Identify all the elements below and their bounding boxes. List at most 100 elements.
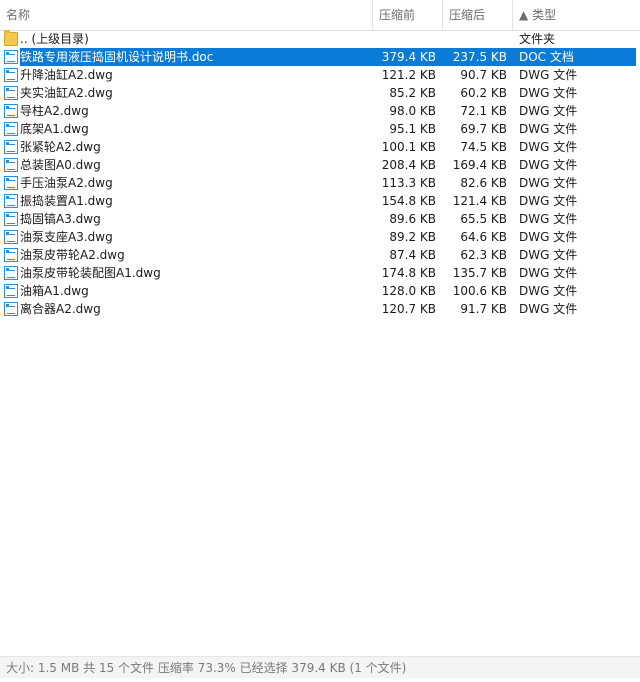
list-item[interactable]: 离合器A2.dwg 120.7 KB 91.7 KB DWG 文件: [0, 300, 640, 318]
file-packed-size: 237.5 KB: [452, 48, 507, 66]
file-packed-size: 69.7 KB: [460, 122, 507, 136]
file-packed-size: 64.6 KB: [460, 230, 507, 244]
file-name: 铁路专用液压捣固机设计说明书.doc: [20, 48, 218, 66]
file-name: 手压油泵A2.dwg: [20, 176, 113, 190]
list-item[interactable]: 手压油泵A2.dwg 113.3 KB 82.6 KB DWG 文件: [0, 174, 640, 192]
file-name: 油泵皮带轮装配图A1.dwg: [20, 266, 161, 280]
file-type: DWG 文件: [519, 122, 578, 136]
file-type: DWG 文件: [519, 266, 578, 280]
sort-ascending-icon: ▲: [519, 8, 529, 22]
file-name: 总装图A0.dwg: [20, 158, 101, 172]
document-file-icon: [4, 50, 18, 64]
status-bar-text: 大小: 1.5 MB 共 15 个文件 压缩率 73.3% 已经选择 379.4…: [6, 661, 407, 675]
file-packed-size: 60.2 KB: [460, 86, 507, 100]
list-item[interactable]: 铁路专用液压捣固机设计说明书.doc 379.4 KB 237.5 KB DOC 文档: [0, 48, 640, 66]
file-size: 120.7 KB: [381, 302, 436, 316]
column-header-bar: 名称 压缩前 压缩后 ▲ 类型: [0, 0, 640, 31]
file-name: 油泵皮带轮A2.dwg: [20, 248, 125, 262]
column-header-packed[interactable]: 压缩后: [442, 0, 512, 30]
file-size: 85.2 KB: [389, 86, 436, 100]
list-item[interactable]: 油泵皮带轮装配图A1.dwg 174.8 KB 135.7 KB DWG 文件: [0, 264, 640, 282]
file-name: 捣固镐A3.dwg: [20, 212, 101, 226]
list-item[interactable]: 夹实油缸A2.dwg 85.2 KB 60.2 KB DWG 文件: [0, 84, 640, 102]
file-packed-size: 121.4 KB: [452, 194, 507, 208]
file-name: 油箱A1.dwg: [20, 284, 89, 298]
column-header-size[interactable]: 压缩前: [372, 0, 442, 30]
file-size: 89.2 KB: [389, 230, 436, 244]
column-header-packed-label: 压缩后: [449, 8, 486, 22]
file-size: 89.6 KB: [389, 212, 436, 226]
drawing-file-icon: [4, 158, 18, 172]
drawing-file-icon: [4, 212, 18, 226]
file-packed-size: 90.7 KB: [460, 68, 507, 82]
file-type: DWG 文件: [519, 302, 578, 316]
file-packed-size: 91.7 KB: [460, 302, 507, 316]
file-size: 100.1 KB: [381, 140, 436, 154]
drawing-file-icon: [4, 104, 18, 118]
list-item[interactable]: 振捣装置A1.dwg 154.8 KB 121.4 KB DWG 文件: [0, 192, 640, 210]
file-size: 121.2 KB: [381, 68, 436, 82]
drawing-file-icon: [4, 86, 18, 100]
file-size: 128.0 KB: [381, 284, 436, 298]
file-name: 油泵支座A3.dwg: [20, 230, 113, 244]
drawing-file-icon: [4, 194, 18, 208]
file-size: 87.4 KB: [389, 248, 436, 262]
list-item[interactable]: 油箱A1.dwg 128.0 KB 100.6 KB DWG 文件: [0, 282, 640, 300]
file-packed-size: 62.3 KB: [460, 248, 507, 262]
list-item[interactable]: 升降油缸A2.dwg 121.2 KB 90.7 KB DWG 文件: [0, 66, 640, 84]
file-type: DWG 文件: [519, 194, 578, 208]
file-name: 张紧轮A2.dwg: [20, 140, 101, 154]
file-packed-size: 74.5 KB: [460, 140, 507, 154]
file-type: DWG 文件: [519, 248, 578, 262]
file-type: DWG 文件: [519, 68, 578, 82]
file-packed-size: 82.6 KB: [460, 176, 507, 190]
drawing-file-icon: [4, 284, 18, 298]
file-name: 振捣装置A1.dwg: [20, 194, 113, 208]
file-type: DWG 文件: [519, 212, 578, 226]
file-name: 导柱A2.dwg: [20, 104, 89, 118]
file-packed-size: 169.4 KB: [452, 158, 507, 172]
column-header-name-label: 名称: [6, 8, 31, 22]
drawing-file-icon: [4, 122, 18, 136]
file-size: 95.1 KB: [389, 122, 436, 136]
file-name: 底架A1.dwg: [20, 122, 89, 136]
column-header-name[interactable]: 名称: [0, 0, 372, 30]
list-item[interactable]: 底架A1.dwg 95.1 KB 69.7 KB DWG 文件: [0, 120, 640, 138]
drawing-file-icon: [4, 302, 18, 316]
file-type: DWG 文件: [519, 86, 578, 100]
file-type: DWG 文件: [519, 158, 578, 172]
drawing-file-icon: [4, 68, 18, 82]
drawing-file-icon: [4, 140, 18, 154]
file-name: 夹实油缸A2.dwg: [20, 86, 113, 100]
list-item[interactable]: 导柱A2.dwg 98.0 KB 72.1 KB DWG 文件: [0, 102, 640, 120]
column-header-type[interactable]: ▲ 类型: [512, 0, 640, 30]
file-size: 379.4 KB: [381, 48, 436, 66]
list-item[interactable]: 捣固镐A3.dwg 89.6 KB 65.5 KB DWG 文件: [0, 210, 640, 228]
parent-directory-label: .. (上级目录): [20, 32, 89, 46]
list-item[interactable]: 总装图A0.dwg 208.4 KB 169.4 KB DWG 文件: [0, 156, 640, 174]
list-item-parent-directory[interactable]: .. (上级目录) 文件夹: [0, 30, 640, 48]
file-packed-size: 135.7 KB: [452, 266, 507, 280]
list-item[interactable]: 张紧轮A2.dwg 100.1 KB 74.5 KB DWG 文件: [0, 138, 640, 156]
list-item[interactable]: 油泵支座A3.dwg 89.2 KB 64.6 KB DWG 文件: [0, 228, 640, 246]
drawing-file-icon: [4, 248, 18, 262]
folder-icon: [4, 30, 18, 46]
file-list: .. (上级目录) 文件夹 铁路专用液压捣固机设计说明书.doc 379.4 KB…: [0, 30, 640, 318]
file-type: DWG 文件: [519, 104, 578, 118]
file-name: 离合器A2.dwg: [20, 302, 101, 316]
file-size: 98.0 KB: [389, 104, 436, 118]
column-header-type-label: 类型: [532, 8, 557, 22]
file-type: DOC 文档: [519, 48, 574, 66]
file-type: DWG 文件: [519, 140, 578, 154]
status-bar: 大小: 1.5 MB 共 15 个文件 压缩率 73.3% 已经选择 379.4…: [0, 656, 640, 678]
file-size: 208.4 KB: [381, 158, 436, 172]
file-packed-size: 100.6 KB: [452, 284, 507, 298]
file-packed-size: 72.1 KB: [460, 104, 507, 118]
file-packed-size: 65.5 KB: [460, 212, 507, 226]
column-header-size-label: 压缩前: [379, 8, 416, 22]
drawing-file-icon: [4, 176, 18, 190]
list-item[interactable]: 油泵皮带轮A2.dwg 87.4 KB 62.3 KB DWG 文件: [0, 246, 640, 264]
file-size: 113.3 KB: [381, 176, 436, 190]
file-type: DWG 文件: [519, 284, 578, 298]
file-name: 升降油缸A2.dwg: [20, 68, 113, 82]
